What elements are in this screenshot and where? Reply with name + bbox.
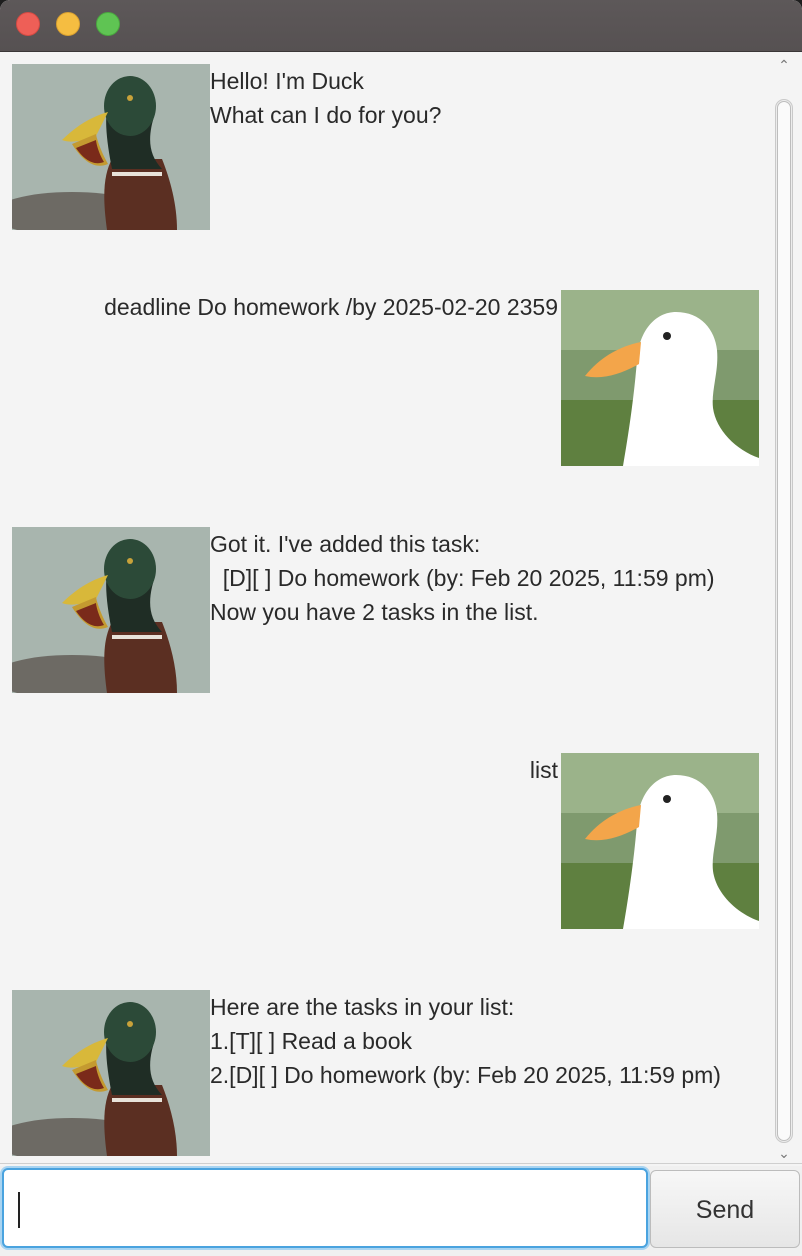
message-line: Here are the tasks in your list: — [210, 994, 515, 1020]
user-message-text: list — [530, 753, 558, 787]
minimize-window-button[interactable] — [56, 12, 80, 36]
message-input[interactable] — [2, 1168, 648, 1248]
duck-dialog-box: Hello! I'm Duck What can I do for you? — [0, 53, 770, 243]
app-window: Hello! I'm Duck What can I do for you? d… — [0, 0, 802, 1256]
zoom-window-button[interactable] — [96, 12, 120, 36]
user-dialog-box: list — [0, 743, 770, 943]
white-duck-image — [561, 753, 759, 929]
message-line: 2.[D][ ] Do homework (by: Feb 20 2025, 1… — [210, 1062, 721, 1088]
text-caret — [18, 1192, 20, 1228]
message-line: Hello! I'm Duck — [210, 68, 364, 94]
duck-avatar — [12, 527, 210, 693]
user-avatar — [561, 753, 759, 929]
duck-avatar — [12, 990, 210, 1156]
user-message-text: deadline Do homework /by 2025-02-20 2359 — [104, 290, 558, 324]
duck-dialog-box: Here are the tasks in your list: 1.[T][ … — [0, 980, 770, 1164]
vertical-scrollbar[interactable]: ⌃ ⌄ — [770, 53, 798, 1164]
message-line: deadline Do homework /by 2025-02-20 2359 — [104, 294, 558, 320]
mallard-duck-image — [12, 64, 210, 230]
white-duck-image — [561, 290, 759, 466]
duck-dialog-box: Got it. I've added this task: [D][ ] Do … — [0, 517, 770, 707]
mallard-duck-image — [12, 990, 210, 1156]
scroll-up-arrow-icon[interactable]: ⌃ — [774, 57, 794, 73]
title-bar — [0, 0, 802, 52]
message-line: list — [529, 757, 558, 783]
scroll-down-arrow-icon[interactable]: ⌄ — [774, 1145, 794, 1161]
message-line: [D][ ] Do homework (by: Feb 20 2025, 11:… — [210, 565, 715, 591]
send-button[interactable]: Send — [650, 1170, 800, 1248]
dialog-scroll-pane[interactable]: Hello! I'm Duck What can I do for you? d… — [0, 53, 802, 1164]
message-line: Got it. I've added this task: — [210, 531, 481, 557]
duck-message-text: Here are the tasks in your list: 1.[T][ … — [210, 990, 721, 1092]
close-window-button[interactable] — [16, 12, 40, 36]
user-dialog-box: deadline Do homework /by 2025-02-20 2359 — [0, 280, 770, 480]
user-avatar — [561, 290, 759, 466]
duck-message-text: Got it. I've added this task: [D][ ] Do … — [210, 527, 715, 629]
duck-message-text: Hello! I'm Duck What can I do for you? — [210, 64, 441, 132]
message-line: What can I do for you? — [210, 102, 442, 128]
message-line: 1.[T][ ] Read a book — [210, 1028, 413, 1054]
input-bar: Send — [0, 1166, 802, 1256]
message-line: Now you have 2 tasks in the list. — [210, 599, 539, 625]
mallard-duck-image — [12, 527, 210, 693]
scroll-thumb[interactable] — [777, 101, 791, 1141]
scroll-track[interactable] — [775, 99, 793, 1143]
duck-avatar — [12, 64, 210, 230]
